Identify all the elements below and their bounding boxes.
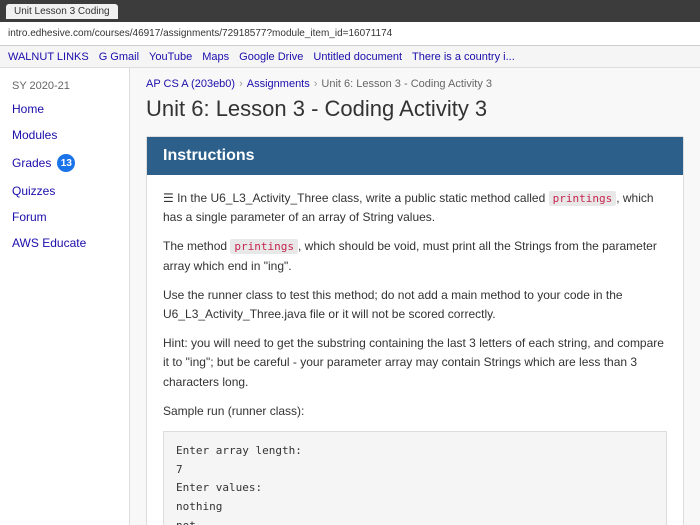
bookmark-gmail[interactable]: G Gmail bbox=[99, 51, 139, 63]
page-container: SY 2020-21 Home Modules Grades 13 Quizze… bbox=[0, 68, 700, 525]
sidebar-item-modules[interactable]: Modules bbox=[0, 122, 129, 148]
address-input[interactable] bbox=[8, 28, 692, 39]
instruction-p3: Use the runner class to test this method… bbox=[163, 286, 667, 324]
sidebar-item-home[interactable]: Home bbox=[0, 96, 129, 122]
method-name-1: printings bbox=[549, 191, 617, 206]
sidebar-item-quizzes[interactable]: Quizzes bbox=[0, 178, 129, 204]
bookmarks-bar: WALNUT LINKS G Gmail YouTube Maps Google… bbox=[0, 46, 700, 68]
breadcrumb-current: Unit 6: Lesson 3 - Coding Activity 3 bbox=[321, 78, 492, 90]
breadcrumb-sep-2: › bbox=[314, 78, 318, 90]
instruction-p4: Hint: you will need to get the substring… bbox=[163, 334, 667, 392]
tab-label: Unit Lesson 3 Coding bbox=[14, 6, 110, 17]
bookmark-maps[interactable]: Maps bbox=[202, 51, 229, 63]
instructions-card: Instructions ☰ In the U6_L3_Activity_Thr… bbox=[146, 136, 684, 525]
sidebar-item-forum[interactable]: Forum bbox=[0, 204, 129, 230]
sidebar-item-grades[interactable]: Grades 13 bbox=[0, 148, 129, 178]
bookmark-doc[interactable]: Untitled document bbox=[313, 51, 402, 63]
method-name-2: printings bbox=[230, 239, 298, 254]
sidebar: SY 2020-21 Home Modules Grades 13 Quizze… bbox=[0, 68, 130, 525]
bookmark-walnut[interactable]: WALNUT LINKS bbox=[8, 51, 89, 63]
instructions-header: Instructions bbox=[147, 137, 683, 175]
grades-badge: 13 bbox=[57, 154, 75, 172]
instruction-p2: The method printings, which should be vo… bbox=[163, 237, 667, 275]
code-block: Enter array length: 7 Enter values: noth… bbox=[163, 431, 667, 525]
sidebar-year: SY 2020-21 bbox=[0, 76, 129, 96]
bookmark-country[interactable]: There is a country i... bbox=[412, 51, 515, 63]
instruction-p1: ☰ In the U6_L3_Activity_Three class, wri… bbox=[163, 189, 667, 227]
bookmark-youtube[interactable]: YouTube bbox=[149, 51, 192, 63]
instructions-body: ☰ In the U6_L3_Activity_Three class, wri… bbox=[147, 175, 683, 525]
page-title: Unit 6: Lesson 3 - Coding Activity 3 bbox=[146, 96, 684, 122]
breadcrumb-course[interactable]: AP CS A (203eb0) bbox=[146, 78, 235, 90]
browser-chrome: Unit Lesson 3 Coding bbox=[0, 0, 700, 22]
address-bar bbox=[0, 22, 700, 46]
breadcrumb: AP CS A (203eb0) › Assignments › Unit 6:… bbox=[146, 78, 684, 90]
browser-tab: Unit Lesson 3 Coding bbox=[6, 4, 118, 19]
breadcrumb-sep-1: › bbox=[239, 78, 243, 90]
breadcrumb-assignments[interactable]: Assignments bbox=[247, 78, 310, 90]
main-content: AP CS A (203eb0) › Assignments › Unit 6:… bbox=[130, 68, 700, 525]
grades-label: Grades bbox=[12, 156, 51, 170]
bookmark-drive[interactable]: Google Drive bbox=[239, 51, 303, 63]
sample-run-label: Sample run (runner class): bbox=[163, 402, 667, 421]
sidebar-item-aws[interactable]: AWS Educate bbox=[0, 230, 129, 256]
